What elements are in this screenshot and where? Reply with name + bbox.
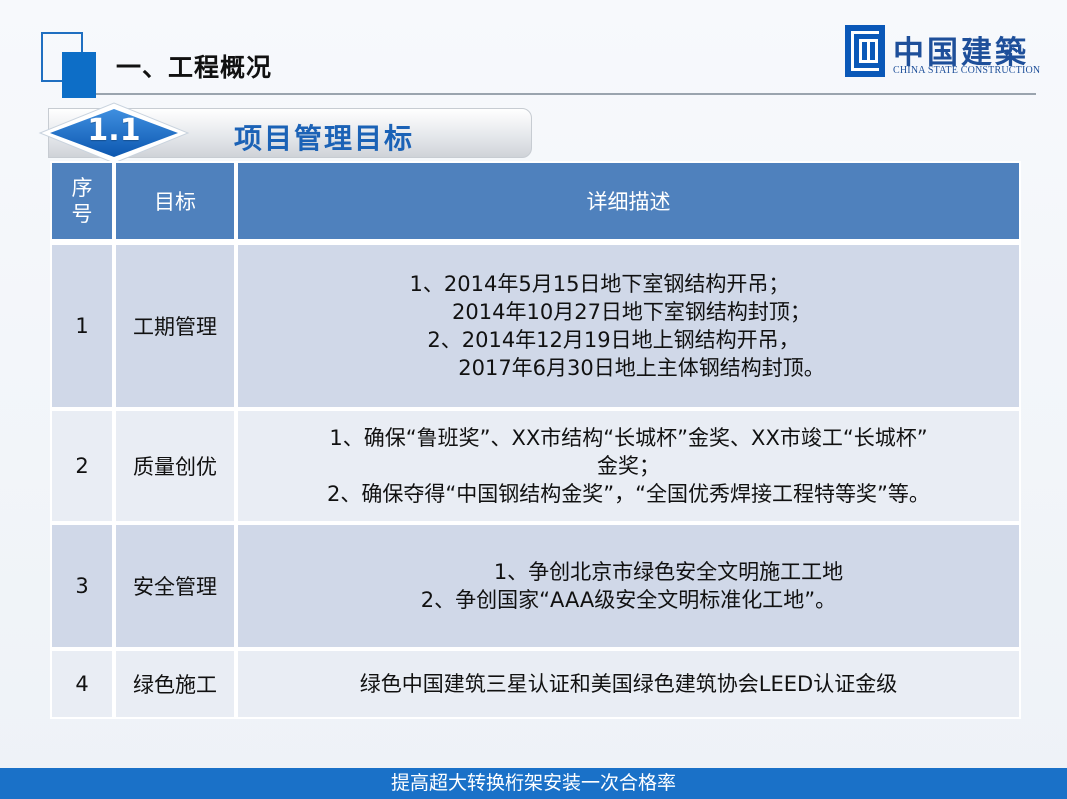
row-index: 2: [50, 409, 114, 523]
slide: 一、工程概况 中国建築 CHINA STATE CONSTRUCTION 1.1…: [0, 0, 1067, 799]
description-line: 2014年10月27日地下室钢结构封顶；: [452, 300, 811, 324]
description-line: 2、争创国家“AAA级安全文明标准化工地”。: [420, 588, 837, 612]
subsection-number-badge: 1.1: [36, 100, 192, 166]
company-logo: 中国建築 CHINA STATE CONSTRUCTION: [845, 25, 1040, 80]
goals-table: 序号 目标 详细描述 1 工期管理 1、2014年5月15日地下室钢结构开吊； …: [50, 161, 1021, 719]
header-decoration-block: [62, 52, 96, 98]
row-goal: 绿色施工: [114, 649, 236, 719]
description-line: 1、2014年5月15日地下室钢结构开吊；: [409, 272, 790, 296]
row-description: 1、2014年5月15日地下室钢结构开吊； 2014年10月27日地下室钢结构封…: [236, 243, 1021, 409]
table-header-row: 序号 目标 详细描述: [50, 161, 1021, 243]
subsection-number: 1.1: [87, 113, 141, 148]
description-line: 绿色中国建筑三星认证和美国绿色建筑协会LEED认证金级: [359, 672, 898, 696]
row-description: 绿色中国建筑三星认证和美国绿色建筑协会LEED认证金级: [236, 649, 1021, 719]
subsection-title: 项目管理目标: [234, 122, 415, 155]
row-index: 3: [50, 523, 114, 649]
description-line: 金奖；: [597, 454, 660, 478]
row-index: 1: [50, 243, 114, 409]
row-description: 1、确保“鲁班奖”、XX市结构“长城杯”金奖、XX市竣工“长城杯” 金奖； 2、…: [236, 409, 1021, 523]
column-header-description: 详细描述: [236, 161, 1021, 243]
description-line: 2、2014年12月19日地上钢结构开吊，: [427, 328, 800, 352]
column-header-goal: 目标: [114, 161, 236, 243]
row-goal: 工期管理: [114, 243, 236, 409]
logo-english-name: CHINA STATE CONSTRUCTION: [893, 65, 1041, 76]
table-row: 1 工期管理 1、2014年5月15日地下室钢结构开吊； 2014年10月27日…: [50, 243, 1021, 409]
description-line: 1、确保“鲁班奖”、XX市结构“长城杯”金奖、XX市竣工“长城杯”: [329, 426, 928, 450]
description-line: 2、确保夺得“中国钢结构金奖”，“全国优秀焊接工程特等奖”等。: [327, 482, 930, 506]
cscec-logo-icon: [845, 25, 885, 77]
table-row: 2 质量创优 1、确保“鲁班奖”、XX市结构“长城杯”金奖、XX市竣工“长城杯”…: [50, 409, 1021, 523]
table-row: 4 绿色施工 绿色中国建筑三星认证和美国绿色建筑协会LEED认证金级: [50, 649, 1021, 719]
footer-banner: 提高超大转换桁架安装一次合格率: [0, 768, 1067, 799]
header-divider: [96, 93, 1036, 95]
description-line: 1、争创北京市绿色安全文明施工工地: [493, 560, 844, 584]
section-title: 一、工程概况: [116, 53, 273, 82]
row-goal: 安全管理: [114, 523, 236, 649]
row-index: 4: [50, 649, 114, 719]
column-header-index: 序号: [50, 161, 114, 243]
row-description: 1、争创北京市绿色安全文明施工工地 2、争创国家“AAA级安全文明标准化工地”。: [236, 523, 1021, 649]
table-row: 3 安全管理 1、争创北京市绿色安全文明施工工地 2、争创国家“AAA级安全文明…: [50, 523, 1021, 649]
description-line: 2017年6月30日地上主体钢结构封顶。: [458, 356, 825, 380]
row-goal: 质量创优: [114, 409, 236, 523]
